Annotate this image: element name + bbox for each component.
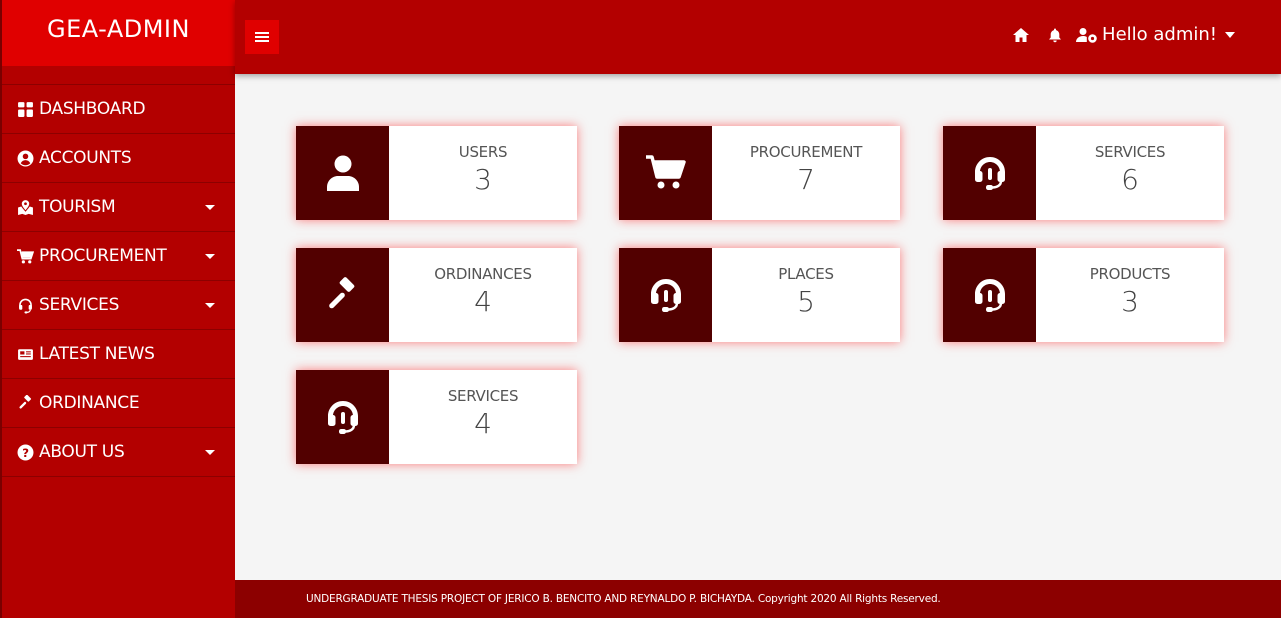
sidebar-item-latest-news[interactable]: LATEST NEWS	[2, 330, 235, 379]
sidebar-item-label: DASHBOARD	[39, 99, 146, 119]
stat-card-body: SERVICES 6	[1036, 126, 1224, 220]
cart-icon	[15, 246, 35, 266]
header-actions: Hello admin!	[994, 24, 1235, 45]
sidebar-item-label: LATEST NEWS	[39, 344, 155, 364]
footer-text: UNDERGRADUATE THESIS PROJECT OF JERICO B…	[306, 593, 941, 605]
headset-icon	[15, 295, 35, 315]
brand-logo[interactable]: GEA-ADMIN	[2, 0, 235, 66]
stat-card-value: 3	[474, 163, 492, 196]
stat-card-users[interactable]: USERS 3	[296, 126, 577, 220]
stat-card-body: SERVICES 4	[389, 370, 577, 464]
stat-card-services-2[interactable]: SERVICES 4	[296, 370, 577, 464]
dashboard-icon	[15, 99, 35, 119]
chevron-down-icon	[205, 254, 215, 259]
home-icon[interactable]	[1012, 27, 1030, 43]
page-footer: UNDERGRADUATE THESIS PROJECT OF JERICO B…	[235, 580, 1281, 618]
stat-card-products[interactable]: PRODUCTS 3	[943, 248, 1224, 342]
stat-card-body: USERS 3	[389, 126, 577, 220]
user-menu-dropdown[interactable]: Hello admin!	[1076, 24, 1235, 45]
sidebar: GEA-ADMIN DASHBOARD ACCOUNTS TOURISM PRO…	[0, 0, 235, 618]
stat-card-title: ORDINANCES	[434, 265, 532, 283]
sidebar-nav: DASHBOARD ACCOUNTS TOURISM PROCUREMENT S…	[2, 84, 235, 477]
stat-card-value: 6	[1121, 163, 1139, 196]
sidebar-item-accounts[interactable]: ACCOUNTS	[2, 134, 235, 183]
stat-card-body: ORDINANCES 4	[389, 248, 577, 342]
user-greeting: Hello admin!	[1102, 24, 1217, 45]
chevron-down-icon	[1225, 31, 1235, 38]
stat-card-procurement[interactable]: PROCUREMENT 7	[619, 126, 900, 220]
sidebar-item-procurement[interactable]: PROCUREMENT	[2, 232, 235, 281]
top-header: Hello admin!	[235, 0, 1281, 74]
headset-icon	[296, 370, 389, 464]
gavel-icon	[296, 248, 389, 342]
user-icon	[296, 126, 389, 220]
sidebar-item-ordinance[interactable]: ORDINANCE	[2, 379, 235, 428]
stat-card-value: 4	[474, 407, 492, 440]
sidebar-item-tourism[interactable]: TOURISM	[2, 183, 235, 232]
stat-card-title: PRODUCTS	[1089, 265, 1171, 283]
menu-icon	[255, 32, 269, 42]
sidebar-item-about-us[interactable]: ? ABOUT US	[2, 428, 235, 477]
stat-card-title: PROCUREMENT	[749, 143, 863, 161]
gavel-icon	[15, 393, 35, 413]
map-marked-icon	[15, 197, 35, 217]
sidebar-item-services[interactable]: SERVICES	[2, 281, 235, 330]
stat-card-value: 5	[797, 285, 815, 318]
stat-card-title: USERS	[458, 143, 508, 161]
chevron-down-icon	[205, 450, 215, 455]
stat-card-title: PLACES	[778, 265, 834, 283]
stat-card-ordinances[interactable]: ORDINANCES 4	[296, 248, 577, 342]
sidebar-item-label: TOURISM	[39, 197, 116, 217]
headset-icon	[619, 248, 712, 342]
stat-card-value: 3	[1121, 285, 1139, 318]
question-circle-icon: ?	[15, 442, 35, 462]
user-circle-icon	[15, 148, 35, 168]
cart-icon	[619, 126, 712, 220]
bell-icon[interactable]	[1048, 27, 1062, 43]
brand-text: GEA-ADMIN	[47, 15, 190, 43]
stat-card-value: 7	[797, 163, 815, 196]
user-cog-icon	[1076, 27, 1098, 43]
stat-card-body: PLACES 5	[712, 248, 900, 342]
stat-card-body: PRODUCTS 3	[1036, 248, 1224, 342]
sidebar-item-label: ABOUT US	[39, 442, 125, 462]
chevron-down-icon	[205, 205, 215, 210]
stat-card-title: SERVICES	[1094, 143, 1166, 161]
svg-text:?: ?	[22, 445, 29, 459]
sidebar-item-dashboard[interactable]: DASHBOARD	[2, 85, 235, 134]
stat-card-title: SERVICES	[447, 387, 519, 405]
headset-icon	[943, 126, 1036, 220]
stat-card-value: 4	[474, 285, 492, 318]
sidebar-item-label: ACCOUNTS	[39, 148, 132, 168]
stat-card-places[interactable]: PLACES 5	[619, 248, 900, 342]
sidebar-item-label: SERVICES	[39, 295, 120, 315]
newspaper-icon	[15, 344, 35, 364]
stat-card-services[interactable]: SERVICES 6	[943, 126, 1224, 220]
sidebar-toggle-button[interactable]	[245, 20, 279, 54]
headset-icon	[943, 248, 1036, 342]
chevron-down-icon	[205, 303, 215, 308]
dashboard-content: USERS 3 PROCUREMENT 7 SERVICES 6 ORDINAN…	[235, 74, 1281, 580]
stat-card-body: PROCUREMENT 7	[712, 126, 900, 220]
sidebar-item-label: PROCUREMENT	[39, 246, 167, 266]
sidebar-item-label: ORDINANCE	[39, 393, 140, 413]
